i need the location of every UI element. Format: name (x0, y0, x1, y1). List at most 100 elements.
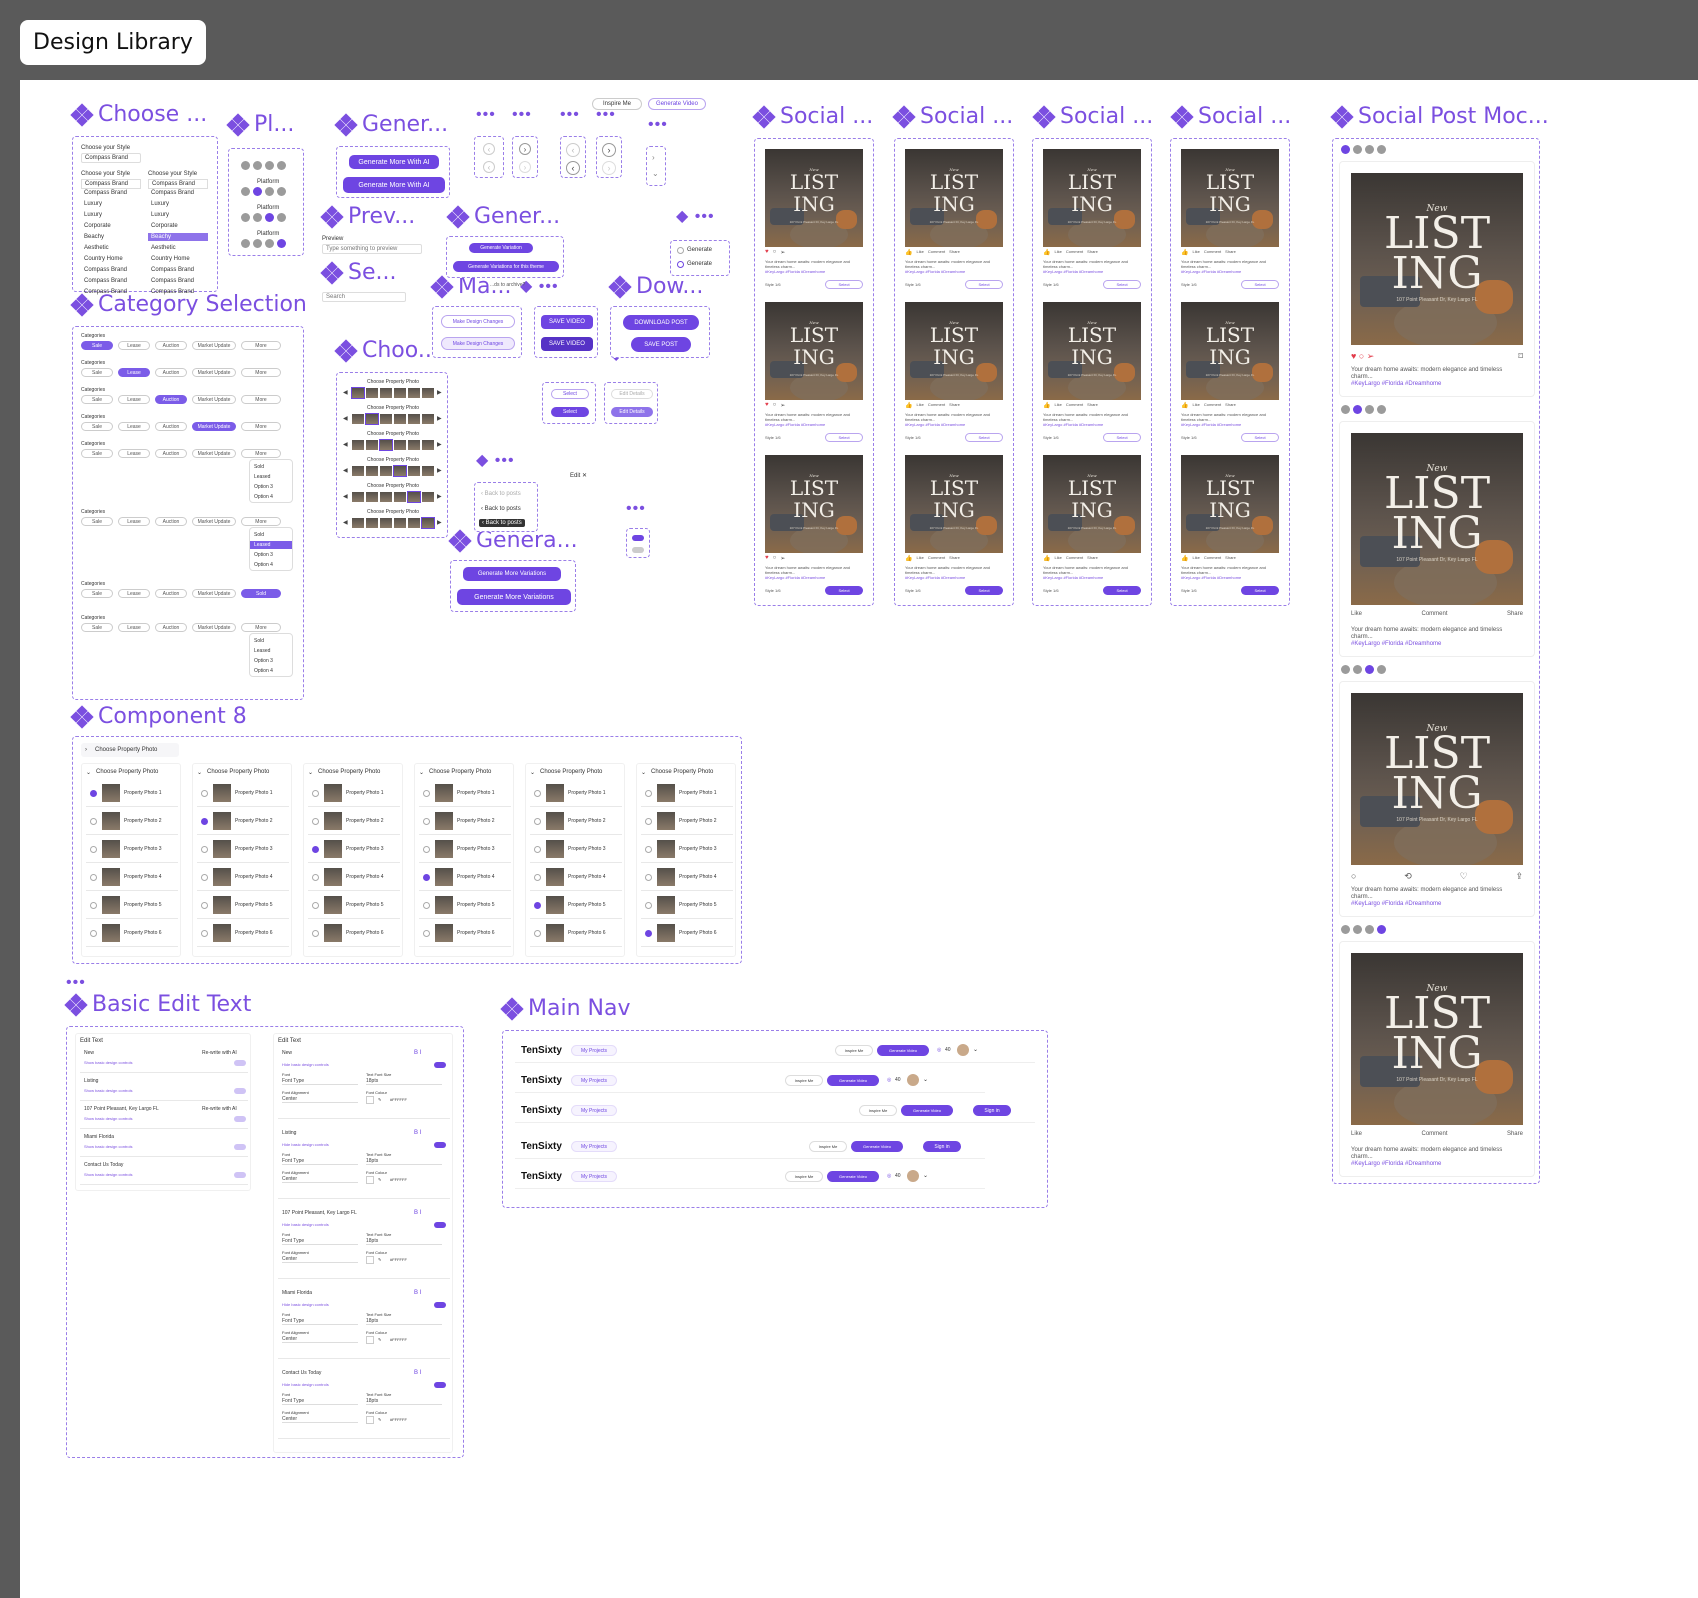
show-controls-link[interactable]: Show basic design controls (84, 1116, 132, 1121)
category-pill[interactable]: Market Update (192, 517, 236, 526)
property-photo-thumbnail[interactable] (408, 440, 420, 450)
platform-icon[interactable] (1377, 925, 1386, 934)
photo-radio[interactable] (201, 930, 208, 937)
social-icons-row[interactable] (241, 213, 286, 222)
platform-icon[interactable] (1353, 145, 1362, 154)
edit-field-value[interactable]: Miami Florida (282, 1290, 312, 1296)
share-icon[interactable]: ➢ (780, 402, 785, 410)
close-icon[interactable]: ✕ (582, 473, 587, 479)
platform-icon[interactable] (1353, 925, 1362, 934)
eyedropper-icon[interactable]: ✎ (378, 1177, 381, 1182)
property-photo-thumbnail[interactable] (408, 388, 420, 398)
font-type-select[interactable]: Font Type (282, 1318, 358, 1325)
photo-radio[interactable] (645, 790, 652, 797)
heart-icon[interactable]: ♡ (1460, 871, 1468, 883)
repost-icon[interactable]: ⟲ (1404, 871, 1412, 883)
chevron-down-icon[interactable]: ⌄ (652, 169, 659, 178)
category-pill[interactable]: Auction (155, 449, 187, 458)
bookmark-icon[interactable]: ⌑ (1518, 351, 1523, 363)
radio-option[interactable] (677, 247, 684, 254)
photo-radio[interactable] (201, 818, 208, 825)
category-pill[interactable]: Sale (81, 368, 113, 377)
category-pill[interactable]: Market Update (192, 623, 236, 632)
photo-radio[interactable] (645, 818, 652, 825)
back-to-posts-link[interactable]: ‹ Back to posts (481, 506, 521, 512)
bold-italic-icon[interactable]: B I (414, 1130, 421, 1136)
category-pill[interactable]: Lease (118, 368, 150, 377)
select-button[interactable]: Select (551, 389, 589, 399)
property-photo-thumbnail[interactable] (352, 492, 364, 502)
heart-icon[interactable]: ♥ (765, 555, 769, 563)
post-action-bar[interactable]: 👍 Like Comment Share (1181, 249, 1279, 257)
chevron-down-icon[interactable]: ⌄ (641, 769, 646, 776)
component-title-social-2[interactable]: Social ... (892, 104, 1013, 129)
chevron-down-icon[interactable]: ⌄ (86, 769, 91, 776)
sign-in-button[interactable]: Sign in (923, 1141, 961, 1152)
rewrite-ai-link[interactable]: Re-write with AI (202, 1050, 237, 1056)
property-photo-thumbnail[interactable] (380, 466, 392, 476)
font-type-select[interactable]: Font Type (282, 1398, 358, 1405)
property-photo-thumbnail[interactable] (422, 492, 434, 502)
generate-more-variations-button-large[interactable]: Generate More Variations (457, 589, 571, 605)
font-size-select[interactable]: 18pts (366, 1078, 442, 1085)
show-controls-link[interactable]: Show basic design controls (84, 1144, 132, 1149)
property-photo-thumbnail[interactable] (380, 388, 392, 398)
category-pill[interactable]: Market Update (192, 395, 236, 404)
select-button-active[interactable]: Select (825, 586, 863, 595)
chevron-left-icon[interactable]: ◀ (343, 389, 348, 396)
post-action-bar[interactable]: 👍 Like Comment Share (905, 249, 1003, 257)
property-photo-thumbnail[interactable] (421, 517, 435, 529)
my-projects-button[interactable]: My Projects (571, 1105, 617, 1116)
more-ellipsis-icon[interactable]: ◆ ••• (520, 276, 559, 296)
colour-swatch[interactable] (366, 1176, 374, 1184)
platform-icon[interactable] (1353, 405, 1362, 414)
chevron-down-icon[interactable]: ⌄ (973, 1046, 978, 1053)
generate-video-chip[interactable]: Generate Video (648, 98, 706, 110)
photo-radio[interactable] (312, 902, 319, 909)
property-photo-thumbnail[interactable] (422, 388, 434, 398)
make-design-changes-button-hover[interactable]: Make Design Changes (441, 337, 515, 350)
post-action-bar[interactable]: ♥ ○ ➢ (765, 555, 863, 563)
heart-icon[interactable]: ♥ (765, 249, 769, 257)
category-pill[interactable]: Sale (81, 422, 113, 431)
style-option[interactable]: Country Home (81, 255, 141, 263)
style-option[interactable]: Compass Brand (148, 288, 208, 296)
avatar[interactable] (957, 1044, 969, 1056)
category-pill[interactable]: Market Update (192, 449, 236, 458)
my-projects-button[interactable]: My Projects (571, 1171, 617, 1182)
photo-radio[interactable] (201, 846, 208, 853)
controls-toggle[interactable] (434, 1382, 446, 1388)
photo-radio[interactable] (90, 818, 97, 825)
photo-radio[interactable] (423, 790, 430, 797)
chevron-down-icon[interactable]: ⌄ (419, 769, 424, 776)
property-photo-thumbnail[interactable] (394, 388, 406, 398)
show-controls-link[interactable]: Show basic design controls (84, 1088, 132, 1093)
component-title-choose-style[interactable]: Choose ... (70, 102, 207, 127)
property-photo-thumbnail[interactable] (380, 492, 392, 502)
style-option[interactable]: Luxury (81, 200, 141, 208)
hide-controls-link[interactable]: Hide basic design controls (282, 1382, 329, 1387)
font-size-select[interactable]: 18pts (366, 1318, 442, 1325)
platform-icon[interactable] (1365, 925, 1374, 934)
style-option[interactable]: Compass Brand (81, 277, 141, 285)
style-option[interactable]: Compass Brand (81, 189, 141, 197)
font-size-select[interactable]: 18pts (366, 1398, 442, 1405)
comment-icon[interactable]: ○ (773, 249, 777, 257)
category-pill[interactable]: More (241, 449, 281, 458)
platform-icon[interactable] (1341, 145, 1350, 154)
edit-field-value[interactable]: 107 Point Pleasant, Key Largo FL (282, 1210, 357, 1216)
bold-italic-icon[interactable]: B I (414, 1210, 421, 1216)
select-button[interactable]: Select (965, 280, 1003, 289)
eyedropper-icon[interactable]: ✎ (378, 1417, 381, 1422)
font-size-select[interactable]: 18pts (366, 1238, 442, 1245)
platform-icon[interactable] (1341, 665, 1350, 674)
category-dropdown-option[interactable]: Leased (250, 647, 292, 655)
category-pill[interactable]: Sale (81, 623, 113, 632)
category-dropdown-option[interactable]: Option 4 (250, 667, 292, 675)
more-ellipsis-icon[interactable]: ••• (512, 106, 532, 124)
social-icons-row[interactable] (241, 161, 286, 170)
photo-radio[interactable] (645, 930, 652, 937)
more-ellipsis-icon[interactable]: ••• (560, 106, 580, 124)
photo-radio[interactable] (645, 846, 652, 853)
category-pill[interactable]: Auction (155, 368, 187, 377)
